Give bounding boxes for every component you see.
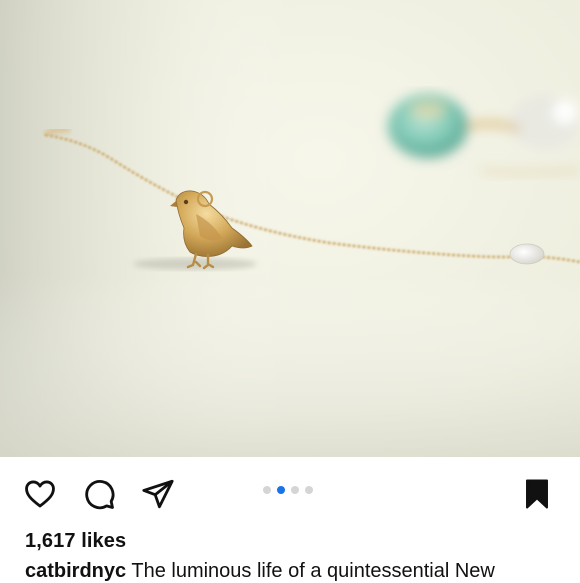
heart-outline-icon xyxy=(25,480,55,508)
bird-charm-photo xyxy=(0,0,580,457)
carousel-dot[interactable] xyxy=(291,486,299,494)
caption-username[interactable]: catbirdnyc xyxy=(25,560,126,582)
like-button[interactable] xyxy=(22,476,58,512)
carousel-dot[interactable] xyxy=(263,486,271,494)
post-photo[interactable] xyxy=(0,0,580,457)
carousel-indicator xyxy=(263,486,313,494)
comment-button[interactable] xyxy=(81,476,117,512)
carousel-dot[interactable] xyxy=(305,486,313,494)
carousel-dot-active[interactable] xyxy=(277,486,285,494)
comment-bubble-icon xyxy=(85,480,115,510)
paper-plane-icon xyxy=(142,479,174,509)
caption-text: The luminous life of a quintessential Ne… xyxy=(126,560,495,582)
save-button[interactable] xyxy=(519,476,555,512)
likes-count[interactable]: 1,617 likes xyxy=(25,530,126,553)
share-button[interactable] xyxy=(140,476,176,512)
bookmark-filled-icon xyxy=(526,479,548,509)
